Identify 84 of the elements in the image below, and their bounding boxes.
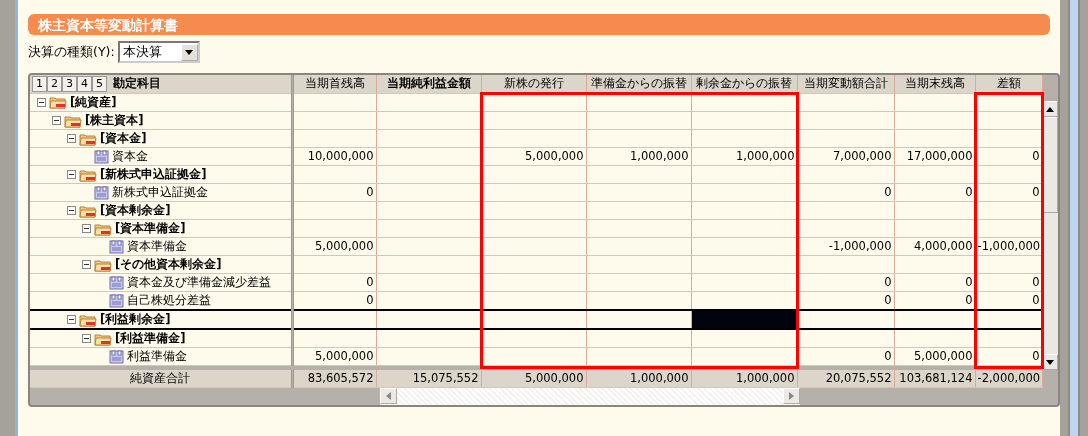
account-label: [新株式申込証拠金] bbox=[100, 167, 207, 181]
tree-row[interactable]: [資本剰余金] bbox=[30, 201, 1042, 220]
account-label: 新株式申込証拠金 bbox=[112, 185, 208, 199]
column-header[interactable]: 準備金からの振替 bbox=[586, 75, 691, 93]
current-cell[interactable] bbox=[691, 310, 797, 329]
collapse-icon[interactable] bbox=[67, 170, 76, 179]
folder-icon bbox=[49, 95, 67, 110]
collapse-icon[interactable] bbox=[82, 334, 91, 343]
settlement-type-label: 決算の種類(Y): bbox=[28, 42, 115, 61]
account-label: 自己株処分差益 bbox=[127, 293, 211, 307]
page-title: 株主資本等変動計算書 bbox=[28, 14, 1050, 35]
account-label: [株主資本] bbox=[85, 113, 144, 127]
folder-icon bbox=[79, 203, 97, 218]
collapse-icon[interactable] bbox=[52, 116, 61, 125]
level-button[interactable]: 5 bbox=[92, 75, 107, 92]
folder-icon bbox=[94, 331, 112, 346]
collapse-icon[interactable] bbox=[67, 206, 76, 215]
account-label: [純資産] bbox=[70, 94, 117, 109]
collapse-icon[interactable] bbox=[67, 315, 76, 324]
level-button[interactable]: 2 bbox=[47, 75, 62, 92]
tree-row[interactable]: [新株式申込証拠金] bbox=[30, 165, 1042, 184]
total-cell: 15,075,552 bbox=[376, 369, 481, 388]
account-label: 資本金 bbox=[112, 149, 148, 163]
account-label: [利益準備金] bbox=[115, 331, 186, 345]
account-label: [資本金] bbox=[100, 131, 147, 145]
scroll-left-icon bbox=[386, 392, 391, 400]
total-cell: 103,681,124 bbox=[894, 369, 975, 388]
document-icon bbox=[109, 239, 124, 254]
collapse-icon[interactable] bbox=[67, 134, 76, 143]
total-cell: 1,000,000 bbox=[691, 369, 797, 388]
collapse-icon[interactable] bbox=[37, 97, 46, 107]
account-label: [その他資本剰余金] bbox=[115, 257, 222, 271]
folder-icon bbox=[94, 221, 112, 236]
folder-icon bbox=[79, 131, 97, 146]
document-icon bbox=[109, 293, 124, 308]
total-cell: 83,605,572 bbox=[292, 369, 376, 388]
account-label: [資本剰余金] bbox=[100, 203, 171, 217]
column-header[interactable]: 新株の発行 bbox=[481, 75, 586, 93]
settlement-type-dropdown[interactable]: 本決算 bbox=[117, 41, 200, 63]
total-cell: 1,000,000 bbox=[586, 369, 691, 388]
column-header[interactable]: 当期首残高 bbox=[292, 75, 376, 93]
account-label: 資本準備金 bbox=[127, 239, 187, 253]
scroll-up-icon bbox=[1046, 106, 1055, 112]
tree-row[interactable]: 新株式申込証拠金 0 0 0 0 bbox=[30, 183, 1042, 202]
horizontal-scrollbar[interactable] bbox=[380, 388, 800, 405]
level-button[interactable]: 3 bbox=[62, 75, 77, 92]
column-header[interactable]: 当期純利益金額 bbox=[376, 75, 481, 93]
tree-row[interactable]: [資本金] bbox=[30, 129, 1042, 148]
account-label: [資本準備金] bbox=[115, 221, 186, 235]
document-icon bbox=[94, 185, 109, 200]
folder-icon bbox=[64, 113, 82, 128]
document-icon bbox=[109, 349, 124, 364]
total-cell: 5,000,000 bbox=[481, 369, 586, 388]
column-header[interactable]: 当期末残高 bbox=[894, 75, 975, 93]
level-button[interactable]: 1 bbox=[32, 75, 47, 92]
tree-row[interactable]: [純資産] bbox=[30, 93, 1042, 112]
document-icon bbox=[109, 275, 124, 290]
level-button[interactable]: 4 bbox=[77, 75, 92, 92]
total-cell: -2,000,000 bbox=[975, 369, 1042, 388]
scroll-right-icon bbox=[789, 392, 794, 400]
collapse-icon[interactable] bbox=[82, 260, 91, 269]
account-label: 利益準備金 bbox=[127, 349, 187, 363]
scroll-down-icon bbox=[1046, 359, 1055, 365]
folder-icon bbox=[79, 312, 97, 327]
collapse-icon[interactable] bbox=[82, 224, 91, 233]
folder-icon bbox=[94, 257, 112, 272]
tree-row[interactable]: [資本準備金] bbox=[30, 219, 1042, 238]
folder-icon bbox=[79, 167, 97, 182]
total-cell: 20,075,552 bbox=[797, 369, 894, 388]
column-header[interactable]: 剰余金からの振替 bbox=[691, 75, 797, 93]
tree-row[interactable]: [利益剰余金] bbox=[30, 310, 1042, 329]
total-label: 純資産合計 bbox=[130, 370, 190, 385]
column-header[interactable]: 差額 bbox=[975, 75, 1042, 93]
account-label: [利益剰余金] bbox=[100, 312, 171, 326]
account-label: 資本金及び準備金減少差益 bbox=[127, 275, 271, 289]
tree-row[interactable]: 資本金及び準備金減少差益 0 0 0 0 bbox=[30, 273, 1042, 292]
tree-row[interactable]: [利益準備金] bbox=[30, 329, 1042, 348]
tree-row[interactable]: [その他資本剰余金] bbox=[30, 255, 1042, 274]
document-icon bbox=[94, 149, 109, 164]
column-header[interactable]: 当期変動額合計 bbox=[797, 75, 894, 93]
tree-row[interactable]: [株主資本] bbox=[30, 111, 1042, 130]
dropdown-caret-icon bbox=[185, 49, 194, 55]
tree-row[interactable]: 利益準備金 5,000,000 0 5,000,000 0 bbox=[30, 347, 1042, 366]
column-header[interactable]: 勘定科目 bbox=[113, 76, 161, 91]
